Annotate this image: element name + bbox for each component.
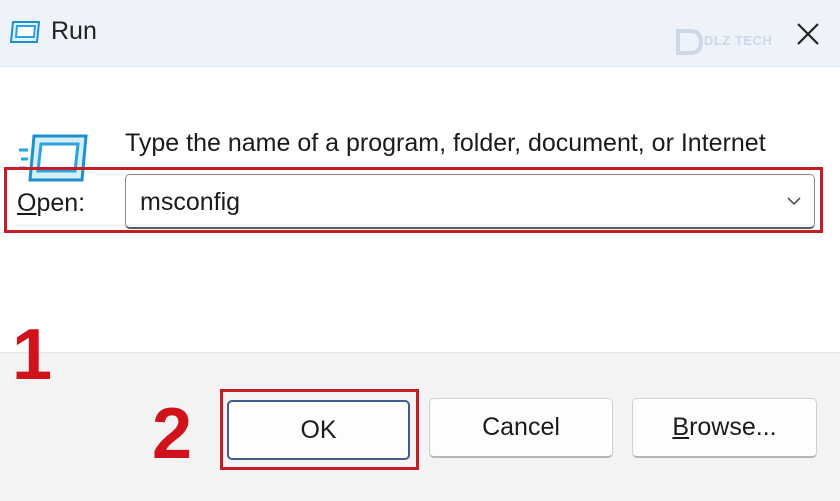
run-app-icon [10,21,40,43]
close-icon[interactable] [788,14,828,54]
title-bar: Run DLZ TECH [0,0,840,67]
step2-annotation: 2 [152,394,193,474]
step2-highlight-box [220,389,419,470]
browse-button[interactable]: Browse... [632,398,817,458]
step1-annotation: 1 [12,315,53,395]
cancel-button[interactable]: Cancel [429,398,613,458]
dlz-tech-watermark-logo: DLZ TECH [674,24,784,60]
step1-highlight-box [4,167,823,233]
window-title: Run [51,17,97,45]
